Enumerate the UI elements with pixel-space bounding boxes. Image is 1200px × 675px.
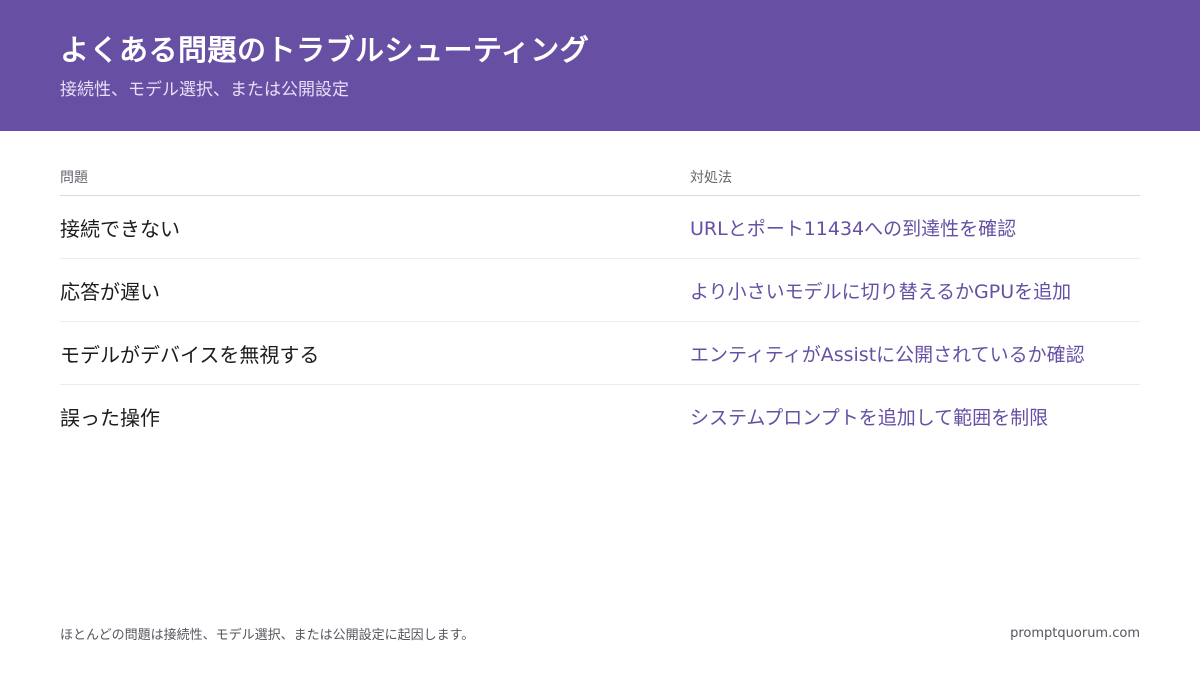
footer-note: ほとんどの問題は接続性、モデル選択、または公開設定に起因します。: [60, 628, 475, 643]
problem-cell: モデルがデバイスを無視する: [60, 342, 320, 367]
troubleshooting-table: 問題 対処法 接続できない URLとポート11434への到達性を確認 応答が遅い…: [60, 158, 1140, 448]
column-header-fix: 対処法: [690, 169, 732, 186]
page-title: よくある問題のトラブルシューティング: [60, 33, 590, 67]
footer-brand: promptquorum.com: [1010, 626, 1140, 641]
fix-cell: エンティティがAssistに公開されているか確認: [690, 343, 1085, 366]
problem-cell: 応答が遅い: [60, 279, 160, 304]
table-row: モデルがデバイスを無視する エンティティがAssistに公開されているか確認: [60, 322, 1140, 385]
table-header-row: 問題 対処法: [60, 158, 1140, 196]
fix-cell: より小さいモデルに切り替えるかGPUを追加: [690, 280, 1072, 303]
table-row: 応答が遅い より小さいモデルに切り替えるかGPUを追加: [60, 259, 1140, 322]
fix-cell: URLとポート11434への到達性を確認: [690, 217, 1017, 240]
table-row: 接続できない URLとポート11434への到達性を確認: [60, 196, 1140, 259]
fix-cell: システムプロンプトを追加して範囲を制限: [690, 407, 1049, 429]
page-subtitle: 接続性、モデル選択、または公開設定: [60, 80, 349, 100]
problem-cell: 接続できない: [60, 216, 180, 241]
footer: ほとんどの問題は接続性、モデル選択、または公開設定に起因します。 promptq…: [60, 624, 1140, 643]
column-header-problem: 問題: [60, 169, 88, 186]
header-banner: よくある問題のトラブルシューティング 接続性、モデル選択、または公開設定: [0, 0, 1200, 131]
problem-cell: 誤った操作: [60, 406, 160, 430]
table-row: 誤った操作 システムプロンプトを追加して範囲を制限: [60, 385, 1140, 448]
